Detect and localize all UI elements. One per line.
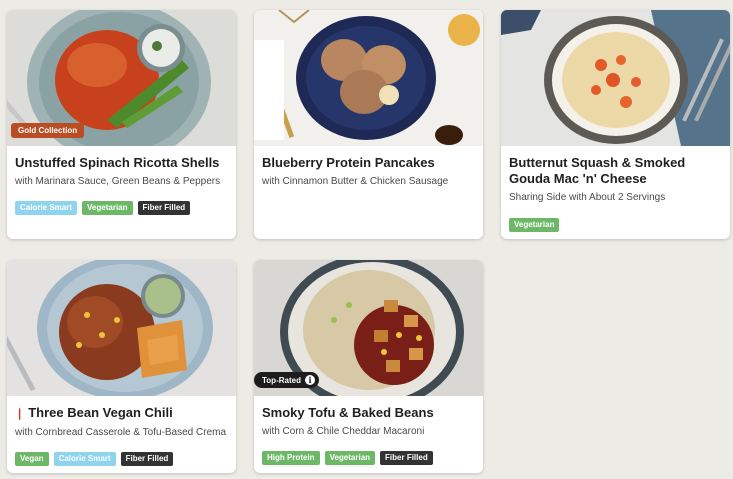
- recipe-image[interactable]: [7, 260, 236, 396]
- recipe-card[interactable]: Gold Collection Unstuffed Spinach Ricott…: [7, 10, 236, 239]
- recipe-card[interactable]: Blueberry Protein Pancakes with Cinnamon…: [254, 10, 483, 239]
- recipe-subtitle: with Cinnamon Butter & Chicken Sausage: [262, 176, 449, 187]
- recipe-image[interactable]: [501, 10, 730, 146]
- tag-fiber-filled: Fiber Filled: [120, 452, 174, 466]
- gold-collection-ribbon: Gold Collection: [11, 123, 85, 138]
- tag-vegetarian: Vegetarian: [82, 201, 133, 215]
- tag-list: High Protein Vegetarian Fiber Filled: [262, 451, 475, 465]
- tag-vegan: Vegan: [15, 452, 49, 466]
- recipe-subtitle: with Corn & Chile Cheddar Macaroni: [262, 426, 425, 437]
- tag-high-protein: High Protein: [262, 451, 320, 465]
- recipe-subtitle: with Marinara Sauce, Green Beans & Peppe…: [15, 176, 221, 187]
- recipe-title[interactable]: Butternut Squash & Smoked Gouda Mac 'n' …: [509, 155, 722, 187]
- tag-calorie-smart: Calorie Smart: [53, 452, 116, 466]
- recipe-title[interactable]: ❘ Three Bean Vegan Chili: [15, 405, 228, 422]
- tag-vegetarian: Vegetarian: [509, 218, 560, 232]
- recipe-image[interactable]: [254, 10, 483, 146]
- recipe-title[interactable]: Blueberry Protein Pancakes: [262, 155, 475, 171]
- tag-list: Calorie Smart Vegetarian Fiber Filled: [15, 201, 228, 215]
- recipe-image[interactable]: Gold Collection: [7, 10, 236, 146]
- recipe-title[interactable]: Unstuffed Spinach Ricotta Shells: [15, 155, 228, 171]
- tag-list: Vegetarian: [509, 218, 722, 232]
- tag-calorie-smart: Calorie Smart: [15, 201, 78, 215]
- info-icon[interactable]: i: [304, 375, 315, 385]
- chili-pepper-icon: ❘: [15, 408, 25, 420]
- top-rated-badge[interactable]: Top-Rated i: [254, 372, 319, 388]
- tag-vegetarian: Vegetarian: [324, 451, 376, 465]
- tag-fiber-filled: Fiber Filled: [380, 451, 433, 465]
- recipe-card[interactable]: Butternut Squash & Smoked Gouda Mac 'n' …: [501, 10, 730, 239]
- top-rated-label: Top-Rated: [262, 375, 301, 385]
- recipe-image[interactable]: Top-Rated i: [254, 260, 483, 396]
- tag-fiber-filled: Fiber Filled: [137, 201, 191, 215]
- recipe-title[interactable]: Smoky Tofu & Baked Beans: [262, 405, 475, 421]
- recipe-card[interactable]: ❘ Three Bean Vegan Chili with Cornbread C…: [7, 260, 236, 473]
- recipe-subtitle: Sharing Side with About 2 Servings: [509, 192, 666, 203]
- recipe-card[interactable]: Top-Rated i Smoky Tofu & Baked Beans wit…: [254, 260, 483, 473]
- tag-list: Vegan Calorie Smart Fiber Filled: [15, 452, 228, 466]
- recipe-subtitle: with Cornbread Casserole & Tofu-Based Cr…: [15, 427, 227, 438]
- recipe-title-text: Three Bean Vegan Chili: [28, 405, 173, 420]
